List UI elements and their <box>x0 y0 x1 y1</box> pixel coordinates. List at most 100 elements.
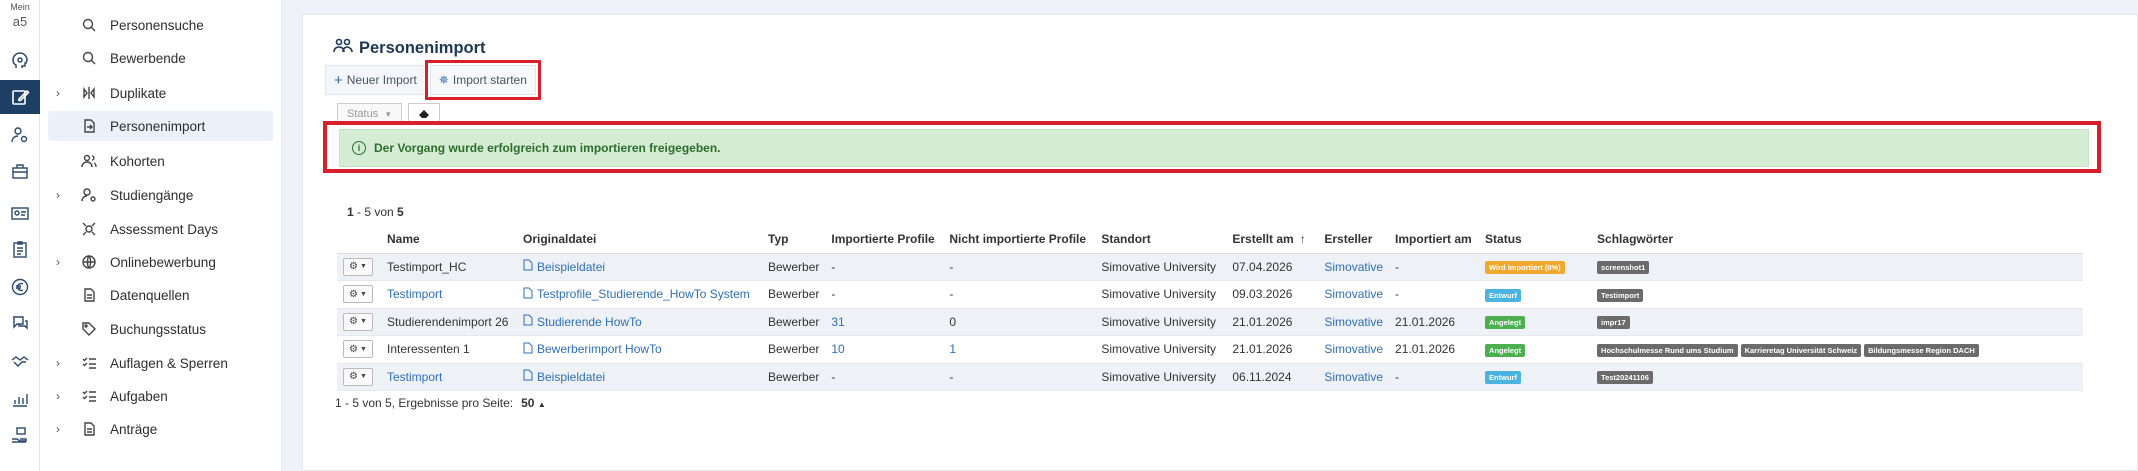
file-cell[interactable]: Beispieldatei <box>517 253 762 281</box>
ersteller-link[interactable]: Simovative <box>1324 287 1383 301</box>
ersteller-link[interactable]: Simovative <box>1324 370 1383 384</box>
main-card: Personenimport + Neuer Import ✵ Import s… <box>302 14 2138 471</box>
table-row[interactable]: ⚙ ▼ Interessenten 1 Bewerberimport HowTo Bew… <box>337 335 2083 364</box>
chevron-right-icon[interactable]: › <box>48 255 68 269</box>
table-row[interactable]: ⚙ ▼ Testimport Beispieldatei Bewerber - - Simov… <box>337 363 2083 391</box>
import-name[interactable]: Testimport <box>387 370 442 384</box>
head-icon[interactable] <box>0 44 40 78</box>
edit-icon[interactable] <box>0 80 40 114</box>
row-actions-button[interactable]: ⚙ ▼ <box>343 367 373 386</box>
hand-coin-icon[interactable] <box>0 418 40 452</box>
chevron-right-icon[interactable]: › <box>48 422 68 436</box>
imported-cell[interactable]: 31 <box>825 308 944 336</box>
status-badge: Wird importiert (0%) <box>1485 261 1565 275</box>
keyword-tag[interactable]: Test20241106 <box>1597 371 1653 385</box>
sidebar-item-antraege[interactable]: › Anträge <box>48 414 273 444</box>
sidebar-item-personensuche[interactable]: Personensuche <box>48 10 273 40</box>
new-import-button[interactable]: + Neuer Import <box>325 65 426 95</box>
chat-icon[interactable] <box>0 306 40 340</box>
file-cell[interactable]: Bewerberimport HowTo <box>517 335 762 364</box>
col-originaldatei[interactable]: Originaldatei <box>517 225 762 254</box>
col-ersteller[interactable]: Ersteller <box>1318 225 1390 254</box>
handshake-icon[interactable] <box>0 344 40 378</box>
file-link[interactable]: Bewerberimport HowTo <box>523 342 662 357</box>
ersteller-cell[interactable]: Simovative <box>1318 335 1390 364</box>
users-gear-icon[interactable] <box>0 118 40 152</box>
file-cell[interactable]: Studierende HowTo <box>517 308 762 336</box>
col-standort[interactable]: Standort <box>1095 225 1227 254</box>
ersteller-cell[interactable]: Simovative <box>1318 308 1390 336</box>
chart-icon[interactable] <box>0 382 40 416</box>
ersteller-link[interactable]: Simovative <box>1324 315 1383 329</box>
col-nicht-importierte-profile[interactable]: Nicht importierte Profile <box>943 225 1096 254</box>
import-name: Interessenten 1 <box>387 342 470 357</box>
sidebar-item-datenquellen[interactable]: Datenquellen <box>48 280 273 310</box>
keyword-tag[interactable]: Bildungsmesse Region DACH <box>1864 343 1979 357</box>
file-cell[interactable]: Beispieldatei <box>517 363 762 391</box>
per-page-select[interactable]: 50 ▲ <box>521 396 546 410</box>
imported-count[interactable]: 10 <box>831 342 844 356</box>
sidebar-item-buchungsstatus[interactable]: Buchungsstatus <box>48 314 273 344</box>
imported-cell[interactable]: 10 <box>825 335 944 364</box>
sidebar-item-bewerbende[interactable]: Bewerbende <box>48 43 273 73</box>
file-link[interactable]: Testprofile_Studierende_HowTo System <box>523 287 750 302</box>
briefcase-icon[interactable] <box>0 154 40 188</box>
chevron-right-icon[interactable]: › <box>48 389 68 403</box>
table-row[interactable]: ⚙ ▼ Testimport Testprofile_Studierende_HowT… <box>337 280 2083 309</box>
table-row[interactable]: ⚙ ▼ Studierendenimport 26 Studierende HowTo… <box>337 308 2083 336</box>
keyword-tag[interactable]: Hochschulmesse Rund ums Studium <box>1597 343 1738 357</box>
imported-count[interactable]: 31 <box>831 315 844 329</box>
brand-logo[interactable]: Mein a5 <box>0 2 40 29</box>
row-actions-button[interactable]: ⚙ ▼ <box>343 340 373 359</box>
row-actions-button[interactable]: ⚙ ▼ <box>343 312 373 331</box>
file-link[interactable]: Studierende HowTo <box>523 314 642 329</box>
erstellt-cell: 09.03.2026 <box>1226 280 1319 309</box>
sidebar-item-personenimport[interactable]: Personenimport <box>48 111 273 141</box>
file-name: Bewerberimport HowTo <box>537 342 662 357</box>
name-cell[interactable]: Testimport <box>381 363 517 391</box>
not-imported-cell[interactable]: 1 <box>943 335 1096 364</box>
document-icon <box>78 420 100 438</box>
col-importiert-am[interactable]: Importiert am <box>1389 225 1480 254</box>
col-typ[interactable]: Typ <box>762 225 826 254</box>
table-row[interactable]: ⚙ ▼ Testimport_HC Beispieldatei Bewerber - - Si… <box>337 253 2083 281</box>
sidebar-item-assessment-days[interactable]: Assessment Days <box>48 214 273 244</box>
import-name[interactable]: Testimport <box>387 287 442 301</box>
name-cell[interactable]: Testimport <box>381 280 517 309</box>
new-import-label: Neuer Import <box>346 73 417 87</box>
keyword-tag[interactable]: screenshot1 <box>1597 261 1650 275</box>
row-actions-button[interactable]: ⚙ ▼ <box>343 285 373 304</box>
col-name[interactable]: Name <box>381 225 517 254</box>
col-erstellt-am[interactable]: Erstellt am ↑ <box>1226 225 1319 254</box>
row-actions-button[interactable]: ⚙ ▼ <box>343 257 373 276</box>
chevron-right-icon[interactable]: › <box>48 86 68 100</box>
ersteller-cell[interactable]: Simovative <box>1318 253 1390 281</box>
ersteller-cell[interactable]: Simovative <box>1318 363 1390 391</box>
sidebar-item-studiengaenge[interactable]: › Studiengänge <box>48 180 273 210</box>
id-card-icon[interactable] <box>0 196 40 230</box>
sidebar-item-duplikate[interactable]: › Duplikate <box>48 78 273 108</box>
euro-icon[interactable] <box>0 270 40 304</box>
sidebar-item-onlinebewerbung[interactable]: › Onlinebewerbung <box>48 247 273 277</box>
col-importierte-profile[interactable]: Importierte Profile <box>825 225 944 254</box>
file-cell[interactable]: Testprofile_Studierende_HowTo System <box>517 280 762 309</box>
ersteller-link[interactable]: Simovative <box>1324 260 1383 274</box>
not-imported-count[interactable]: 1 <box>949 342 956 356</box>
keyword-tag[interactable]: Testimport <box>1597 288 1644 302</box>
clipboard-icon[interactable] <box>0 232 40 266</box>
sidebar-item-auflagen-sperren[interactable]: › Auflagen & Sperren <box>48 348 273 378</box>
col-schlagwoerter[interactable]: Schlagwörter <box>1591 225 2083 254</box>
keyword-tag[interactable]: Karrieretag Universität Schweiz <box>1740 343 1862 357</box>
chevron-right-icon[interactable]: › <box>48 188 68 202</box>
start-import-button[interactable]: ✵ Import starten <box>424 60 541 100</box>
file-link[interactable]: Beispieldatei <box>523 259 605 274</box>
sidebar-item-aufgaben[interactable]: › Aufgaben <box>48 381 273 411</box>
sidebar-item-kohorten[interactable]: Kohorten <box>48 146 273 176</box>
col-status[interactable]: Status <box>1479 225 1592 254</box>
file-link[interactable]: Beispieldatei <box>523 369 605 384</box>
sidebar-item-label: Personensuche <box>110 17 204 33</box>
chevron-right-icon[interactable]: › <box>48 356 68 370</box>
keyword-tag[interactable]: impr17 <box>1597 316 1630 330</box>
ersteller-link[interactable]: Simovative <box>1324 342 1383 356</box>
ersteller-cell[interactable]: Simovative <box>1318 280 1390 309</box>
